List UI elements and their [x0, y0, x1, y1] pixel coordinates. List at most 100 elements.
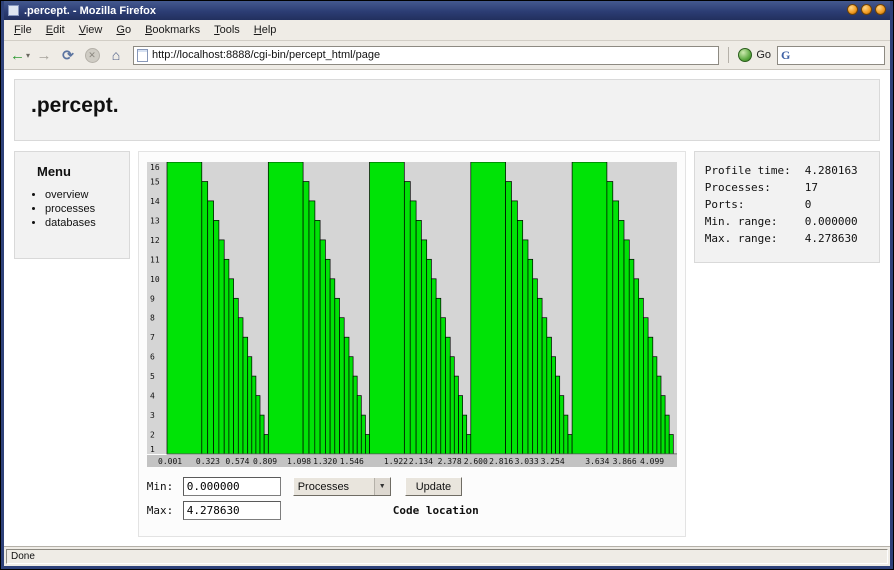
chart-step [213, 220, 218, 454]
chart-step [458, 396, 462, 454]
max-label: Max: [147, 504, 183, 517]
sidebar-item-databases[interactable]: databases [45, 216, 123, 230]
page-body: Menu overviewprocessesdatabases 16151413… [14, 151, 880, 537]
x-tick-label: 3.033 [514, 457, 538, 466]
chart-step [344, 337, 349, 454]
page-header: .percept. [14, 79, 880, 141]
chart-step [335, 298, 340, 454]
back-button[interactable]: ← ▾ [9, 44, 31, 66]
statusbar: Done [4, 546, 890, 566]
x-tick-label: 1.922 [384, 457, 408, 466]
forward-button[interactable]: → [33, 44, 55, 66]
max-input[interactable] [183, 501, 281, 520]
x-tick-label: 2.378 [437, 457, 461, 466]
go-button[interactable]: Go [734, 48, 775, 62]
chart-step [410, 201, 416, 454]
chart-step [559, 396, 563, 454]
chart-step [207, 201, 213, 454]
info-label: Min. range: [705, 213, 805, 230]
url-bar[interactable] [133, 46, 719, 65]
stop-button[interactable]: ✕ [81, 44, 103, 66]
chart-step [436, 298, 441, 454]
chart-step [303, 182, 309, 455]
status-text: Done [6, 549, 888, 564]
chart-step [369, 162, 404, 454]
minimize-button[interactable] [847, 4, 858, 15]
y-tick-label: 2 [150, 431, 155, 440]
y-tick-label: 14 [150, 197, 160, 206]
chart-step [564, 415, 568, 454]
info-value: 4.280163 [805, 164, 858, 177]
chart-step [315, 220, 320, 454]
menubar-item-tools[interactable]: Tools [207, 22, 247, 38]
chart-step [454, 376, 458, 454]
chart-step [547, 337, 552, 454]
chart-step [365, 435, 369, 455]
y-tick-label: 8 [150, 314, 155, 323]
process-activity-chart[interactable]: 161514131211109876543210.0010.3230.5740.… [147, 162, 677, 467]
y-tick-label: 6 [150, 353, 155, 362]
chart-step [252, 376, 256, 454]
chart-step [607, 182, 613, 455]
maximize-button[interactable] [861, 4, 872, 15]
chart-step [618, 220, 623, 454]
y-tick-label: 4 [150, 392, 155, 401]
sidebar-item-processes[interactable]: processes [45, 202, 123, 216]
close-button[interactable] [875, 4, 886, 15]
titlebar[interactable]: .percept. - Mozilla Firefox [4, 1, 890, 20]
toolbar: ← ▾ → ⟳ ✕ ⌂ Go [4, 41, 890, 70]
search-engine-icon: G [781, 48, 790, 63]
menubar: FileEditViewGoBookmarksToolsHelp [4, 20, 890, 41]
chart-step [648, 337, 653, 454]
menubar-item-view[interactable]: View [72, 22, 110, 38]
stop-icon: ✕ [85, 48, 100, 63]
x-tick-label: 3.634 [585, 457, 609, 466]
url-input[interactable] [152, 49, 715, 61]
menubar-item-edit[interactable]: Edit [39, 22, 72, 38]
x-tick-label: 4.099 [640, 457, 664, 466]
chart-step [256, 396, 260, 454]
chart-step [233, 298, 238, 454]
chart-step [421, 240, 426, 454]
info-line: Profile time:4.280163 [705, 162, 869, 179]
x-tick-label: 3.866 [612, 457, 636, 466]
chart-step [537, 298, 542, 454]
chart-step [404, 182, 410, 455]
chart-step [528, 259, 533, 454]
y-tick-label: 13 [150, 216, 160, 225]
metric-select[interactable]: Processes ▼ [293, 477, 391, 496]
min-input[interactable] [183, 477, 281, 496]
sidebar-item-overview[interactable]: overview [45, 188, 123, 202]
min-label: Min: [147, 480, 183, 493]
y-tick-label: 7 [150, 333, 155, 342]
window-controls [844, 2, 886, 20]
x-tick-label: 1.098 [287, 457, 311, 466]
chart-step [669, 435, 673, 455]
chart-step [657, 376, 661, 454]
menubar-item-file[interactable]: File [7, 22, 39, 38]
chart-step [426, 259, 431, 454]
y-tick-label: 16 [150, 163, 160, 172]
menubar-item-bookmarks[interactable]: Bookmarks [138, 22, 207, 38]
chart-step [638, 298, 643, 454]
update-button[interactable]: Update [405, 477, 462, 496]
menubar-item-help[interactable]: Help [247, 22, 284, 38]
reload-button[interactable]: ⟳ [57, 44, 79, 66]
chart-step [661, 396, 665, 454]
search-input[interactable] [793, 48, 881, 62]
chart-step [238, 318, 243, 454]
home-button[interactable]: ⌂ [105, 44, 127, 66]
chart-step [629, 259, 634, 454]
chart-step [450, 357, 454, 454]
y-tick-label: 10 [150, 275, 160, 284]
info-line: Max. range:4.278630 [705, 230, 869, 247]
search-bar[interactable]: G [777, 46, 885, 65]
info-label: Processes: [705, 179, 805, 196]
menubar-item-go[interactable]: Go [109, 22, 138, 38]
browser-window: .percept. - Mozilla Firefox FileEditView… [0, 0, 894, 570]
toolbar-separator [728, 47, 729, 63]
chart-step [532, 279, 537, 454]
back-icon: ← [10, 48, 25, 63]
info-label: Max. range: [705, 230, 805, 247]
max-row: Max: Code location [147, 501, 677, 520]
